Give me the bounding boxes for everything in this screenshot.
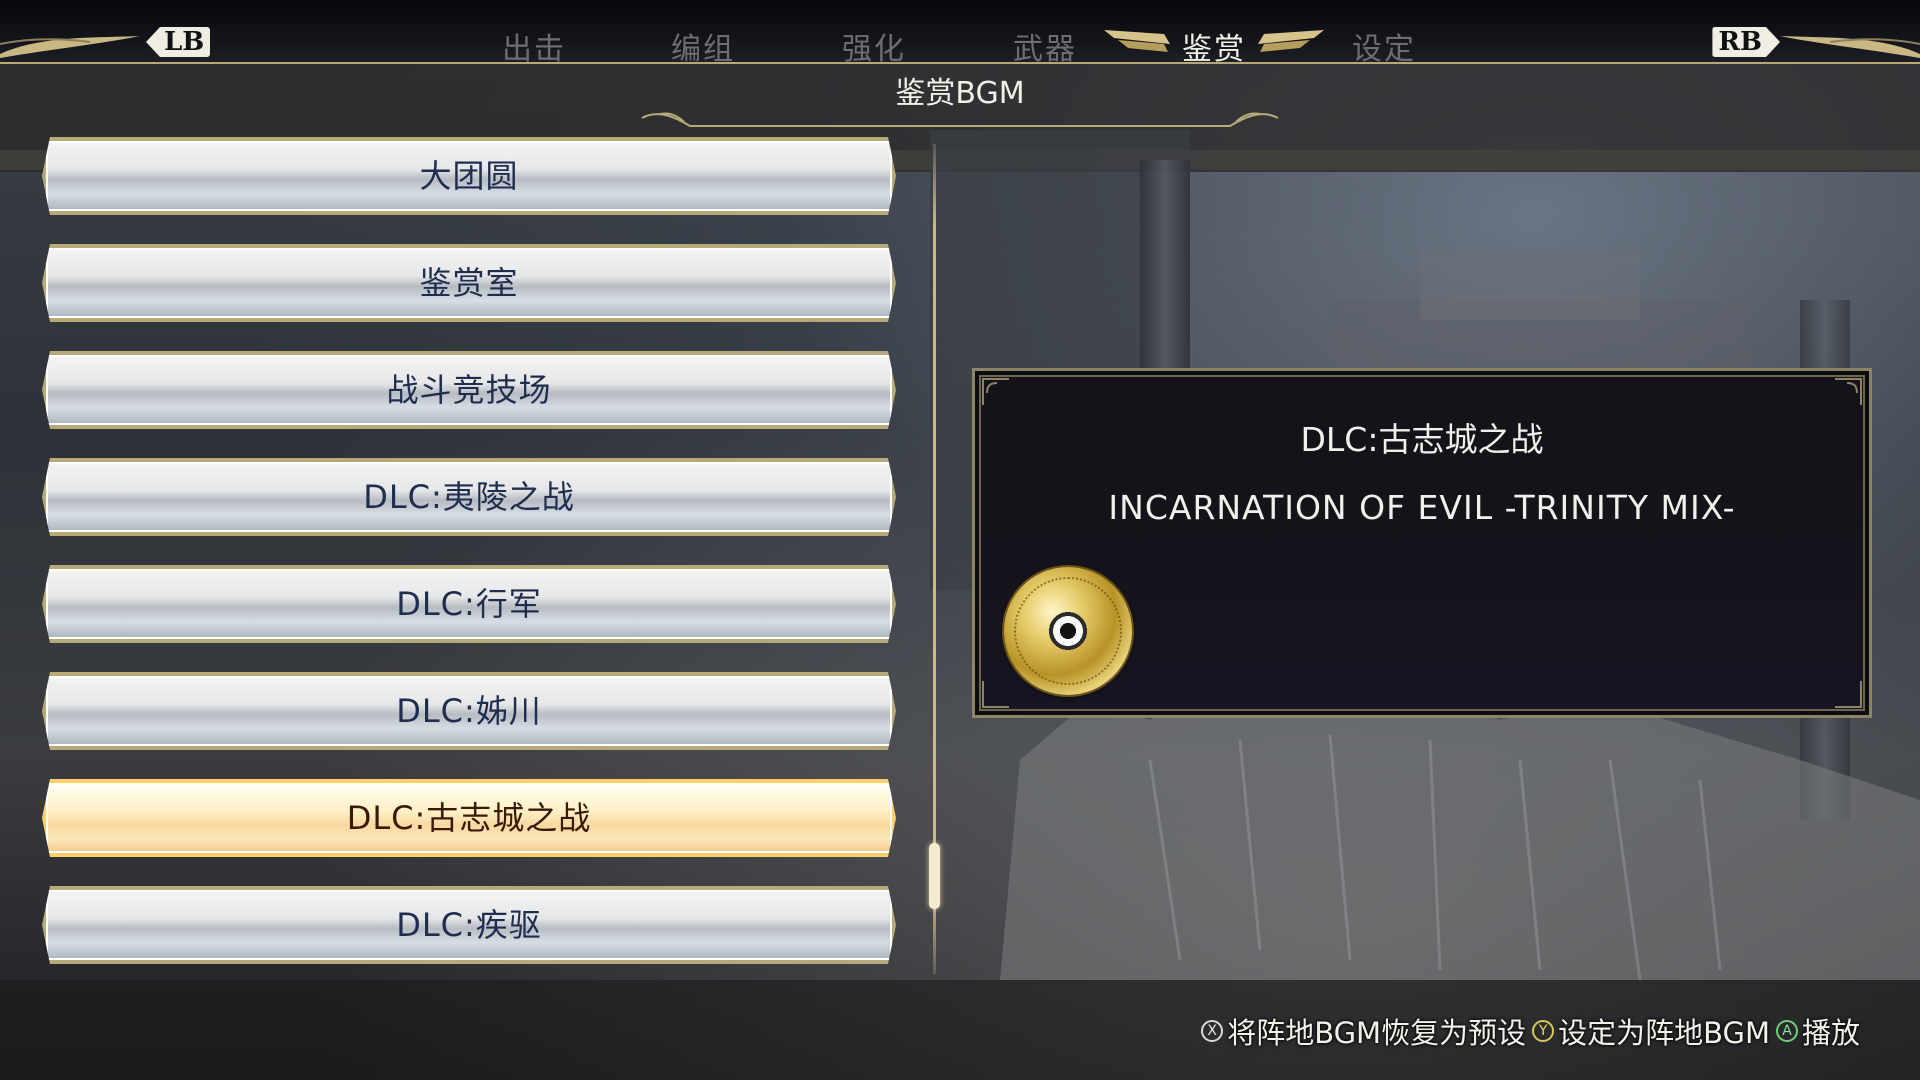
list-item[interactable]: 战斗竞技场 — [42, 351, 896, 429]
y-button-icon: Y — [1532, 1020, 1555, 1042]
play-hint[interactable]: A 播放 — [1775, 1010, 1860, 1052]
list-item[interactable]: DLC:疾驱 — [42, 886, 896, 964]
tab-settings[interactable]: 设定 — [1324, 24, 1444, 68]
bgm-song-title: INCARNATION OF EVIL -TRINITY MIX- — [1108, 488, 1736, 527]
set-bgm-label: 设定为阵地BGM — [1558, 1016, 1770, 1050]
bgm-stage-list: 大团圆 鉴赏室 战斗竞技场 DLC:夷陵之战 DLC:行军 DLC:姊川 DLC… — [42, 137, 900, 993]
play-label: 播放 — [1801, 1016, 1860, 1050]
button-hints: X 将阵地BGM恢复为预设 Y 设定为阵地BGM A 播放 — [1195, 1010, 1860, 1052]
list-item-label: DLC:姊川 — [396, 692, 542, 730]
game-screen: LB 出击 编组 强化 武器 鉴赏 设定 RB 鉴赏BGM 大团圆 鉴赏室 战斗… — [0, 0, 1920, 1080]
tab-enhance[interactable]: 强化 — [814, 24, 934, 68]
tab-formation[interactable]: 编组 — [643, 24, 763, 68]
top-tab-bar: LB 出击 编组 强化 武器 鉴赏 设定 RB — [0, 0, 1920, 67]
right-ornament-icon — [1780, 36, 1920, 58]
list-item-label: DLC:行军 — [396, 585, 542, 623]
list-item[interactable]: 鉴赏室 — [42, 244, 896, 322]
corner-ornament-icon — [982, 378, 1009, 405]
list-item-label: 大团圆 — [419, 157, 519, 195]
bgm-stage-name: DLC:古志城之战 — [1300, 420, 1544, 459]
set-bgm-hint[interactable]: Y 设定为阵地BGM — [1532, 1010, 1770, 1052]
list-item[interactable]: DLC:行军 — [42, 565, 896, 643]
list-item[interactable]: DLC:姊川 — [42, 672, 896, 750]
list-item-label: DLC:疾驱 — [396, 906, 542, 944]
right-wing-icon — [1258, 30, 1324, 52]
header-ornament-icon — [641, 112, 1279, 127]
list-item-label: 鉴赏室 — [419, 264, 519, 302]
list-item[interactable]: DLC:夷陵之战 — [42, 458, 896, 536]
section-header: 鉴赏BGM — [640, 70, 1280, 127]
corner-ornament-icon — [982, 681, 1009, 708]
corner-ornament-icon — [1835, 378, 1862, 405]
tab-sortie[interactable]: 出击 — [474, 24, 594, 68]
x-button-icon: X — [1201, 1020, 1224, 1042]
bgm-detail-panel: DLC:古志城之战 INCARNATION OF EVIL -TRINITY M… — [972, 368, 1872, 718]
a-button-icon: A — [1775, 1020, 1798, 1042]
corner-ornament-icon — [1835, 681, 1862, 708]
list-item-label: DLC:古志城之战 — [346, 799, 592, 837]
music-disc-icon — [1004, 567, 1132, 695]
list-item[interactable]: 大团圆 — [42, 137, 896, 215]
list-item-selected[interactable]: DLC:古志城之战 — [42, 779, 896, 857]
tab-weapons[interactable]: 武器 — [985, 24, 1105, 68]
reset-bgm-label: 将阵地BGM恢复为预设 — [1227, 1016, 1527, 1050]
list-scrollbar-thumb[interactable] — [929, 843, 940, 909]
tab-list: 出击 编组 强化 武器 鉴赏 设定 — [0, 20, 1920, 67]
list-item-label: 战斗竞技场 — [386, 371, 552, 409]
list-item-label: DLC:夷陵之战 — [363, 478, 575, 516]
reset-bgm-hint[interactable]: X 将阵地BGM恢复为预设 — [1201, 1010, 1526, 1052]
